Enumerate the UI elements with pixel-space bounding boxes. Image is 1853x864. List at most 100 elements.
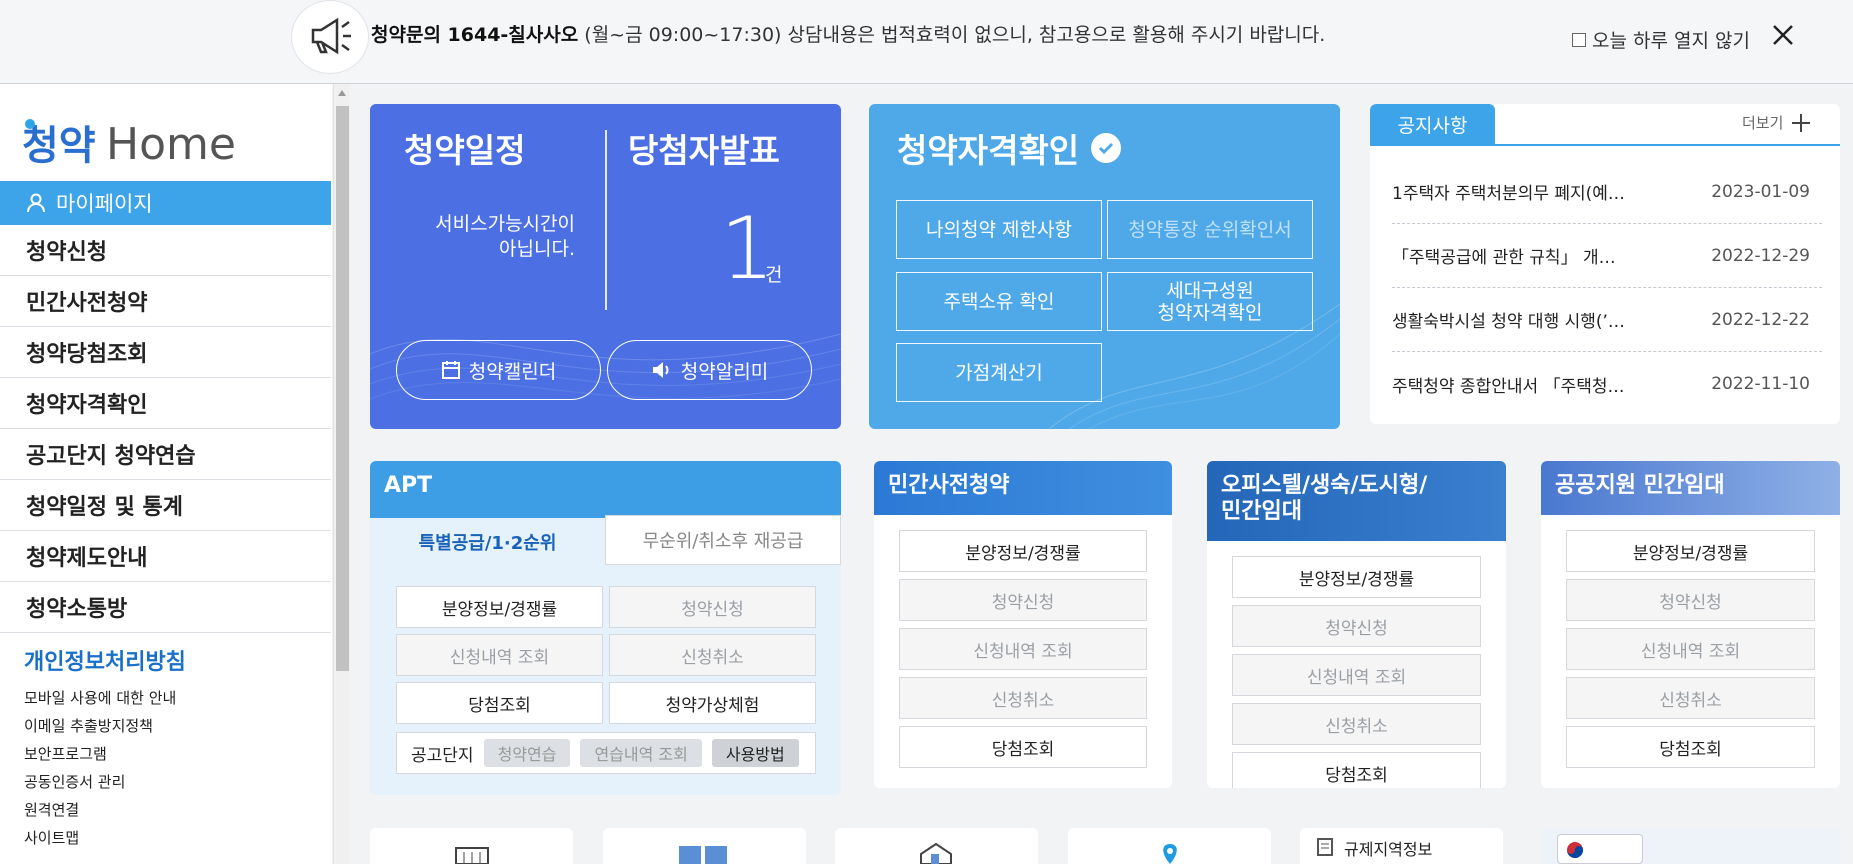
notices-tab[interactable]: 공지사항 [1370,104,1495,144]
sidebar-item-apply[interactable]: 청약신청 [0,225,331,276]
apt-title: APT [384,473,433,498]
public-cancel-button[interactable]: 신청취소 [1566,677,1815,719]
apartments-icon [679,846,727,864]
alarm-label: 청약알리미 [680,360,769,383]
quick-tile[interactable] [835,828,1038,864]
practice-tag[interactable]: 청약연습 [483,739,571,767]
card-divider [605,130,607,310]
sidebar: 청약 Home 마이페이지 청약신청 민간사전청약 청약당첨조회 청약자격확인 … [0,84,332,864]
private-cancel-button[interactable]: 신청취소 [899,677,1147,719]
link-remote[interactable]: 원격연결 [24,796,176,824]
building-icon [455,847,489,864]
calendar-button[interactable]: 청약캘린더 [396,340,601,400]
regulation-tile[interactable]: 규제지역정보 [1300,828,1503,864]
apt-info-button[interactable]: 분양정보/경쟁률 [396,586,603,628]
contact-headline: 청약문의 1644-칠사사오 [371,24,579,46]
dont-show-label: 오늘 하루 열지 않기 [1592,30,1750,52]
officetel-header: 오피스텔/생숙/도시형/ 민간임대 [1207,461,1506,541]
notice-item[interactable]: 1주택자 주택처분의무 폐지(예… 2023-01-09 [1392,160,1822,224]
qualification-title: 청약자격확인 [897,124,1122,172]
account-rank-button[interactable]: 청약통장 순위확인서 [1107,200,1313,259]
apt-apply-button[interactable]: 청약신청 [609,586,816,628]
ministry-logo [1557,834,1643,864]
sidebar-item-practice[interactable]: 공고단지 청약연습 [0,429,331,480]
close-icon[interactable] [1768,20,1798,50]
public-rental-header: 공공지원 민간임대 [1541,461,1840,515]
public-result-button[interactable]: 당첨조회 [1566,726,1815,768]
sidebar-scrollbar[interactable] [333,84,350,864]
apt-header: APT [370,461,841,515]
site-logo[interactable]: 청약 Home [22,114,242,174]
service-msg-line1: 서비스가능시간이 [435,213,575,235]
notice-date: 2022-12-22 [1711,309,1810,330]
complex-label: 공고단지 [411,745,474,766]
link-sitemap[interactable]: 사이트맵 [24,824,176,852]
ministry-banner-tile[interactable] [1541,828,1840,864]
notice-item[interactable]: 주택청약 종합안내서 「주택청… 2022-11-10 [1392,352,1822,416]
winners-unit: 건 [765,264,783,286]
household-qualification-button[interactable]: 세대구성원 청약자격확인 [1107,272,1313,331]
link-security-program[interactable]: 보안프로그램 [24,740,176,768]
notice-item[interactable]: 생활숙박시설 청약 대행 시행(’… 2022-12-22 [1392,288,1822,352]
alarm-button[interactable]: 청약알리미 [607,340,812,400]
private-apply-button[interactable]: 청약신청 [899,579,1147,621]
contact-notice: 청약문의 1644-칠사사오 (월~금 09:00~17:30) 상담내용은 법… [371,20,1325,47]
officetel-card: 오피스텔/생숙/도시형/ 민간임대 분양정보/경쟁률 청약신청 신청내역 조회 … [1207,461,1506,788]
link-email-policy[interactable]: 이메일 추출방지정책 [24,712,176,740]
link-certificate[interactable]: 공동인증서 관리 [24,768,176,796]
tab-special-supply[interactable]: 특별공급/1·2순위 [370,515,605,565]
officetel-apply-button[interactable]: 청약신청 [1232,605,1481,647]
private-history-button[interactable]: 신청내역 조회 [899,628,1147,670]
my-restrictions-button[interactable]: 나의청약 제한사항 [896,200,1102,259]
more-link[interactable]: 더보기 [1742,112,1811,133]
quick-tile[interactable] [1068,828,1271,864]
apt-history-button[interactable]: 신청내역 조회 [396,634,603,676]
sidebar-item-winner-lookup[interactable]: 청약당첨조회 [0,327,331,378]
apt-virtual-button[interactable]: 청약가상체험 [609,682,816,724]
officetel-history-button[interactable]: 신청내역 조회 [1232,654,1481,696]
notice-item[interactable]: 「주택공급에 관한 규칙」 개… 2022-12-29 [1392,224,1822,288]
quick-tile[interactable] [370,828,573,864]
notice-title: 1주택자 주택처분의무 폐지(예… [1392,184,1625,204]
officetel-cancel-button[interactable]: 신청취소 [1232,703,1481,745]
sidebar-item-private-pre-sale[interactable]: 민간사전청약 [0,276,331,327]
link-mobile-guide[interactable]: 모바일 사용에 대한 안내 [24,684,176,712]
service-unavailable-message: 서비스가능시간이 아닙니다. [400,212,575,262]
complex-practice-row: 공고단지 청약연습 연습내역 조회 사용방법 [396,732,816,774]
public-apply-button[interactable]: 청약신청 [1566,579,1815,621]
howto-tag[interactable]: 사용방법 [711,739,799,767]
public-info-button[interactable]: 분양정보/경쟁률 [1566,530,1815,572]
public-rental-card: 공공지원 민간임대 분양정보/경쟁률 청약신청 신청내역 조회 신청취소 당첨조… [1541,461,1840,788]
sidebar-item-schedule-stats[interactable]: 청약일정 및 통계 [0,480,331,531]
sidebar-item-qualification[interactable]: 청약자격확인 [0,378,331,429]
practice-history-tag[interactable]: 연습내역 조회 [580,739,702,767]
check-circle-icon [1091,133,1122,163]
apt-result-button[interactable]: 당첨조회 [396,682,603,724]
notices-underline [1370,144,1840,146]
sidebar-item-system-guide[interactable]: 청약제도안내 [0,531,331,582]
megaphone-icon [291,0,369,74]
mypage-button[interactable]: 마이페이지 [0,181,331,225]
qualification-title-text: 청약자격확인 [897,131,1080,170]
public-history-button[interactable]: 신청내역 조회 [1566,628,1815,670]
private-info-button[interactable]: 분양정보/경쟁률 [899,530,1147,572]
schedule-card: 청약일정 서비스가능시간이 아닙니다. 당첨자발표 1 건 청약캘린더 청약알리… [370,104,841,429]
dont-show-today[interactable]: 오늘 하루 열지 않기 [1572,26,1750,53]
scroll-thumb[interactable] [336,106,349,671]
notice-title: 주택청약 종합안내서 「주택청… [1392,376,1625,397]
officetel-info-button[interactable]: 분양정보/경쟁률 [1232,556,1481,598]
quick-tile[interactable] [603,828,806,864]
scroll-up-arrow-icon[interactable] [338,90,346,96]
sidebar-item-community[interactable]: 청약소통방 [0,582,331,633]
notice-date: 2023-01-09 [1711,181,1810,202]
privacy-policy-link[interactable]: 개인정보처리방침 [24,644,186,676]
apt-cancel-button[interactable]: 신청취소 [609,634,816,676]
private-result-button[interactable]: 당첨조회 [899,726,1147,768]
home-ownership-button[interactable]: 주택소유 확인 [896,272,1102,331]
schedule-title: 청약일정 [404,131,526,170]
tab-unranked-resupply[interactable]: 무순위/취소후 재공급 [605,515,841,565]
points-calculator-button[interactable]: 가점계산기 [896,343,1102,402]
user-icon [27,193,45,213]
officetel-result-button[interactable]: 당첨조회 [1232,752,1481,788]
dont-show-checkbox[interactable] [1572,32,1586,47]
